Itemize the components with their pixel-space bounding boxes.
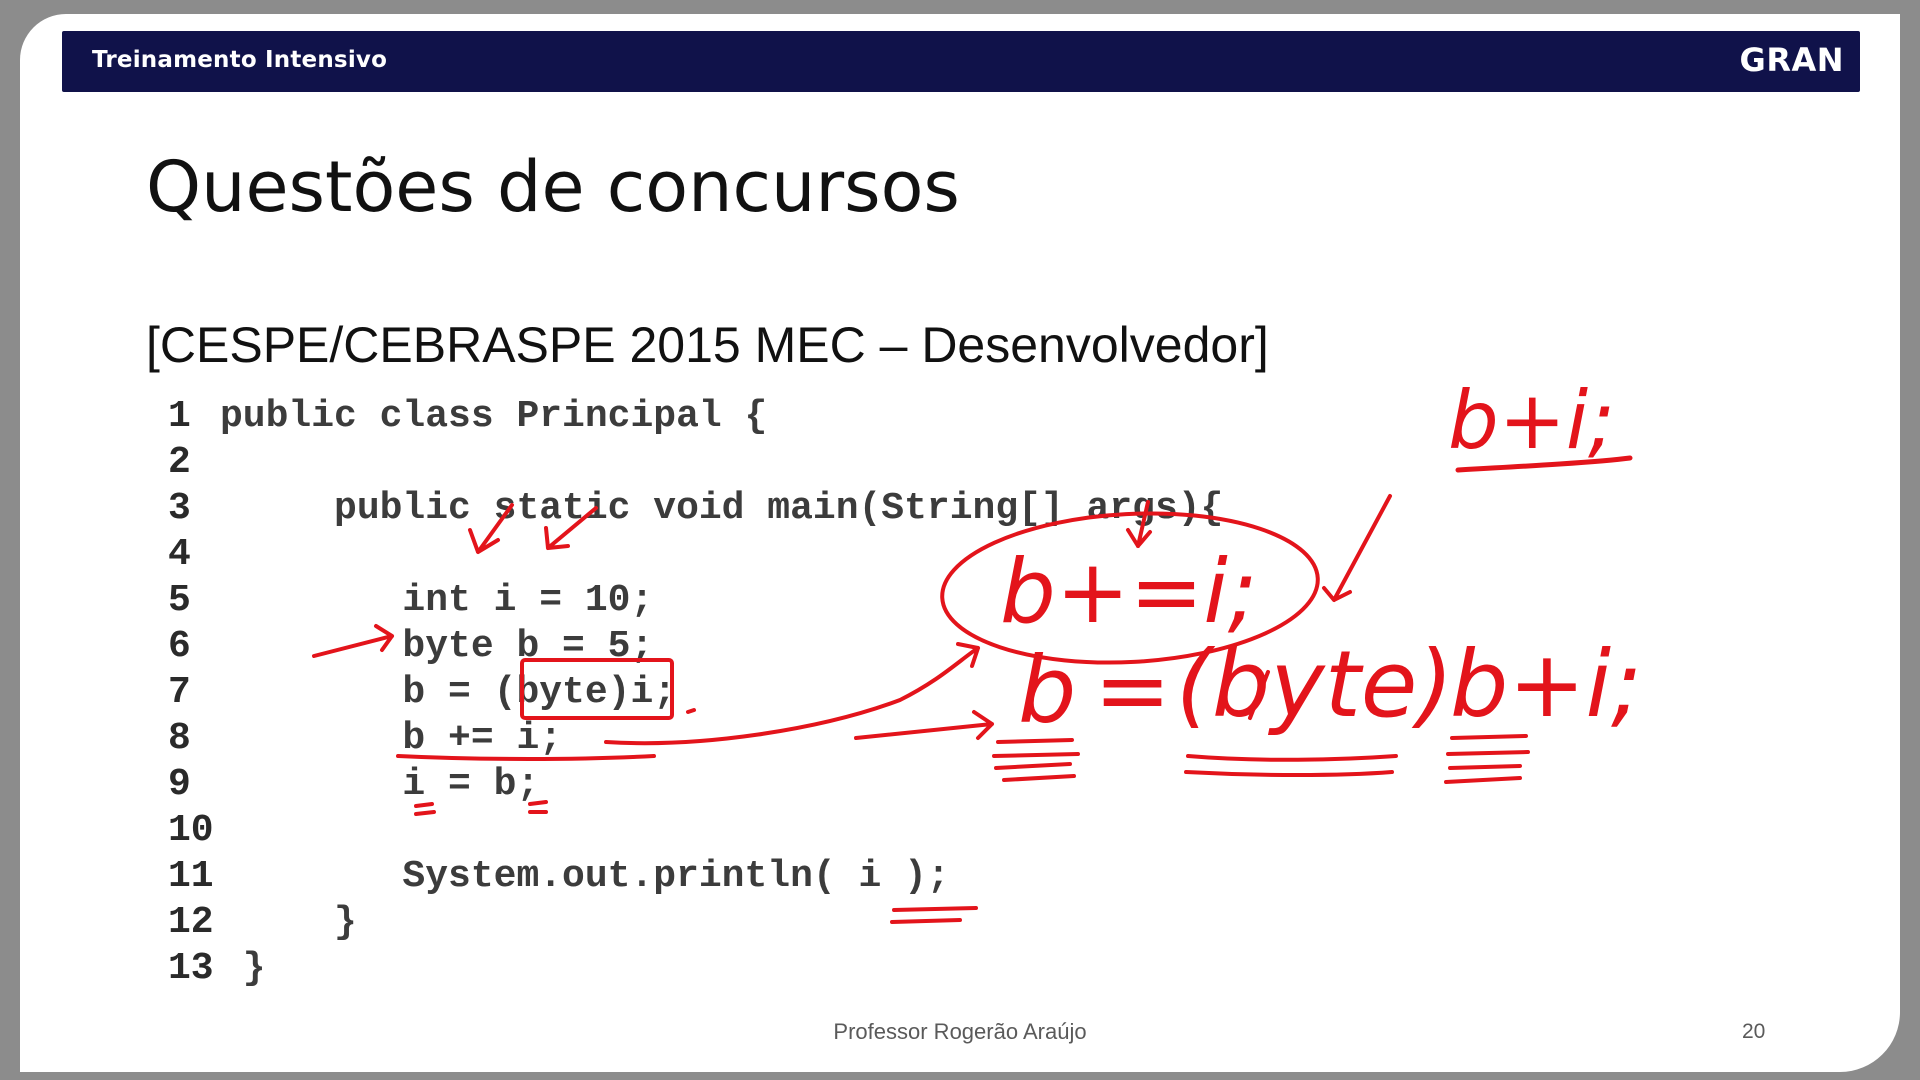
code-text: } bbox=[220, 901, 357, 944]
line-number: 7 bbox=[168, 671, 191, 714]
code-line: 4 bbox=[168, 532, 1223, 578]
brand-logo: GRAN bbox=[1739, 41, 1844, 79]
slide-title: Questões de concursos bbox=[146, 146, 960, 228]
presentation-slide: Treinamento Intensivo GRAN Questões de c… bbox=[20, 14, 1900, 1072]
code-text: int i = 10; bbox=[220, 579, 654, 622]
code-text: byte b = 5; bbox=[220, 625, 654, 668]
line-number: 4 bbox=[168, 533, 191, 576]
line-number: 3 bbox=[168, 487, 191, 530]
line-number: 12 bbox=[168, 901, 214, 944]
code-text: b += i; bbox=[220, 717, 563, 760]
code-line: 1 public class Principal { bbox=[168, 394, 1223, 440]
line-number: 11 bbox=[168, 855, 214, 898]
line-number: 13 bbox=[168, 947, 214, 990]
code-text: System.out.println( i ); bbox=[220, 855, 950, 898]
code-text: i = b; bbox=[220, 763, 540, 806]
code-text: public static void main(String[] args){ bbox=[220, 487, 1224, 530]
line-number: 8 bbox=[168, 717, 191, 760]
code-line: 13 } bbox=[168, 946, 1223, 992]
footer-author: Professor Rogerão Araújo bbox=[833, 1019, 1087, 1044]
code-line: 8 b += i; bbox=[168, 716, 1223, 762]
code-line: 6 byte b = 5; bbox=[168, 624, 1223, 670]
line-number: 5 bbox=[168, 579, 191, 622]
code-text: public class Principal { bbox=[220, 395, 768, 438]
code-text: } bbox=[220, 947, 266, 990]
line-number: 9 bbox=[168, 763, 191, 806]
code-line: 5 int i = 10; bbox=[168, 578, 1223, 624]
line-number: 2 bbox=[168, 441, 191, 484]
line-number: 1 bbox=[168, 395, 191, 438]
header-title: Treinamento Intensivo bbox=[92, 47, 388, 73]
screen-frame: Treinamento Intensivo GRAN Questões de c… bbox=[0, 0, 1920, 1080]
question-source: [CESPE/CEBRASPE 2015 MEC – Desenvolvedor… bbox=[146, 317, 1269, 373]
code-line: 12 } bbox=[168, 900, 1223, 946]
code-line: 3 public static void main(String[] args)… bbox=[168, 486, 1223, 532]
code-line: 9 i = b; bbox=[168, 762, 1223, 808]
code-line: 2 bbox=[168, 440, 1223, 486]
line-number: 6 bbox=[168, 625, 191, 668]
code-block: 1 public class Principal { 2 3 public sta… bbox=[168, 394, 1223, 992]
page-number: 20 bbox=[1742, 1020, 1766, 1043]
line-number: 10 bbox=[168, 809, 214, 852]
code-line: 10 bbox=[168, 808, 1223, 854]
header-bar: Treinamento Intensivo GRAN bbox=[62, 31, 1860, 92]
code-line: 7 b = (byte)i; bbox=[168, 670, 1223, 716]
code-text: b = (byte)i; bbox=[220, 671, 677, 714]
code-line: 11 System.out.println( i ); bbox=[168, 854, 1223, 900]
